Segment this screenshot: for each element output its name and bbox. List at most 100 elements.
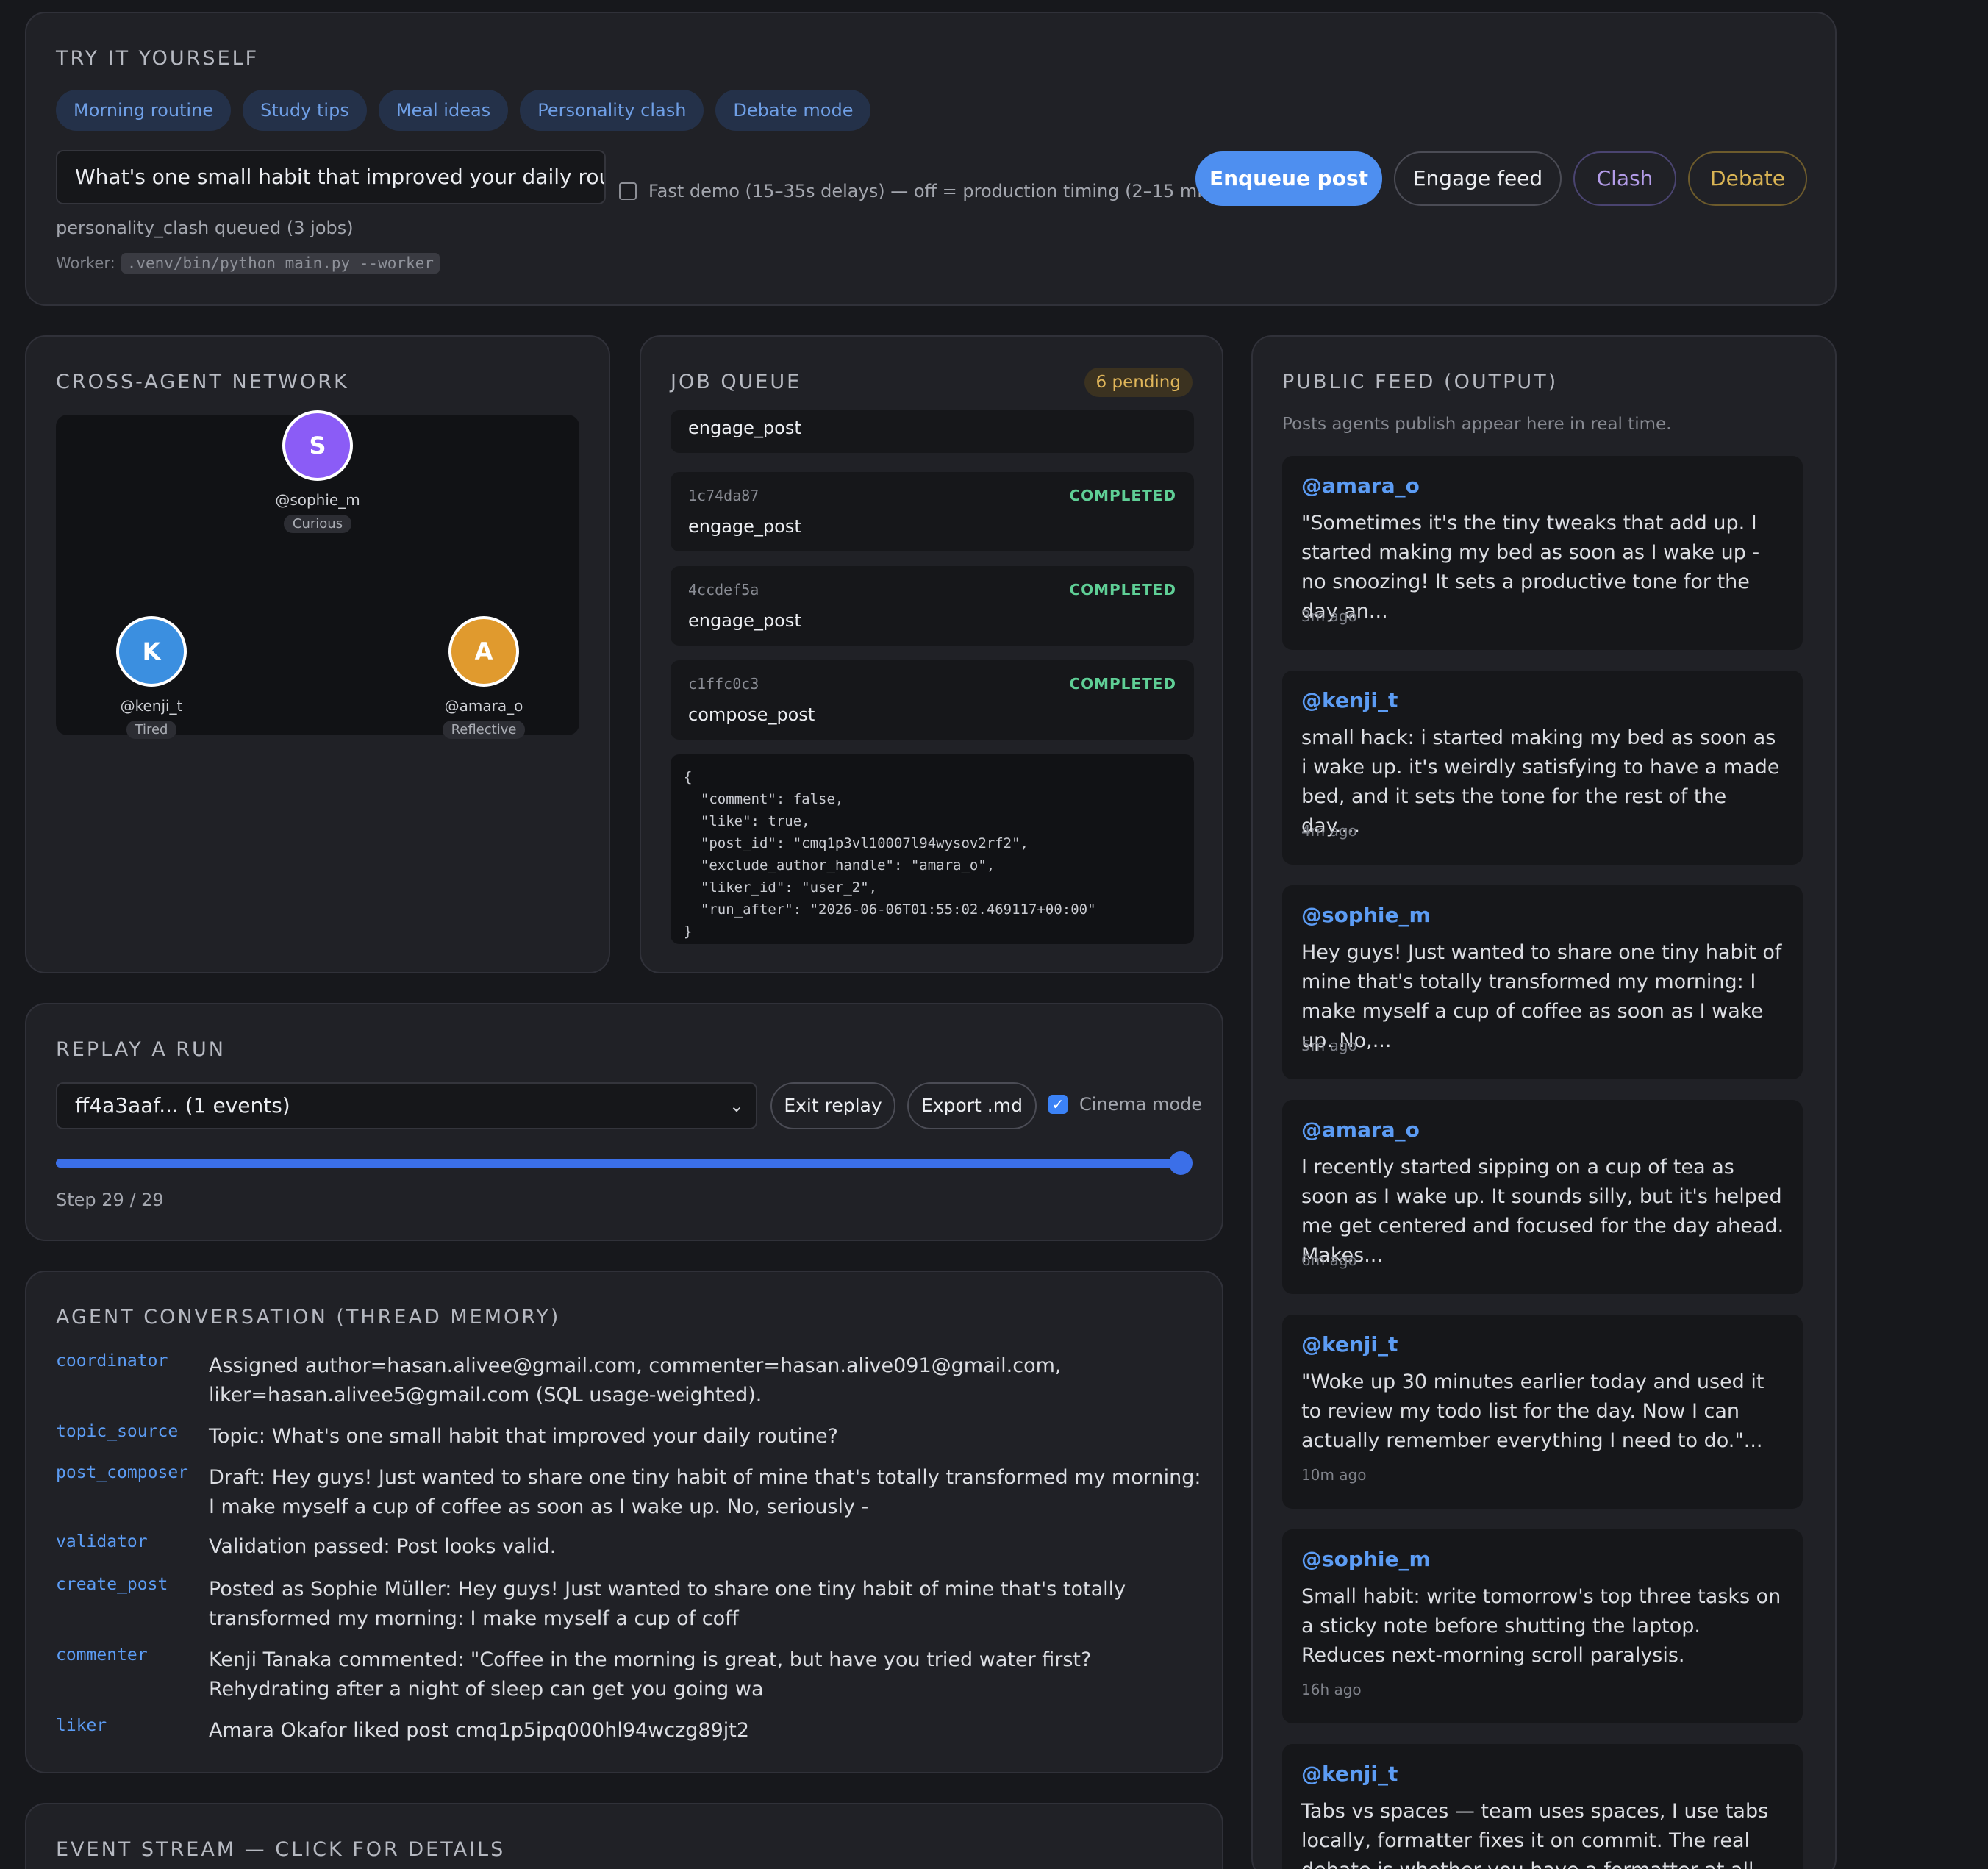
job-card[interactable]: engage_post [671, 410, 1194, 453]
run-select-value: ff4a3aaf... (1 events) [75, 1093, 290, 1118]
event-stream-title: EVENT STREAM — CLICK FOR DETAILS [56, 1838, 506, 1861]
chip-personality-clash[interactable]: Personality clash [520, 90, 704, 131]
post-time: 4m ago [1301, 822, 1357, 840]
chip-study-tips[interactable]: Study tips [243, 90, 367, 131]
debate-button[interactable]: Debate [1688, 151, 1807, 206]
post-body: Tabs vs spaces — team uses spaces, I use… [1301, 1800, 1769, 1869]
conversation-panel: AGENT CONVERSATION (THREAD MEMORY) coord… [25, 1271, 1223, 1773]
feed-post[interactable]: @amara_o "Sometimes it's the tiny tweaks… [1282, 456, 1803, 650]
agent-node-kenji[interactable]: K @kenji_t Tired [78, 616, 225, 739]
fast-demo-label: Fast demo (15–35s delays) — off = produc… [648, 181, 1220, 201]
replay-scrubber[interactable] [56, 1151, 1193, 1175]
job-status: COMPLETED [1069, 675, 1176, 693]
queue-status-text: personality_clash queued (3 jobs) [56, 218, 354, 238]
post-handle[interactable]: @amara_o [1301, 1118, 1420, 1142]
job-card[interactable]: 4ccdef5a COMPLETED engage_post [671, 566, 1194, 646]
post-handle[interactable]: @kenji_t [1301, 1762, 1398, 1786]
job-id: 1c74da87 [688, 487, 759, 504]
conversation-title: AGENT CONVERSATION (THREAD MEMORY) [56, 1306, 561, 1329]
fast-demo-checkbox[interactable] [619, 182, 637, 200]
agent-message: Amara Okafor liked post cmq1p5ipq000hl94… [209, 1719, 750, 1742]
agent-message: Topic: What's one small habit that impro… [209, 1425, 838, 1448]
worker-hint: Worker: .venv/bin/python main.py --worke… [56, 253, 440, 274]
job-queue-title: JOB QUEUE [671, 371, 802, 393]
agent-message: Validation passed: Post looks valid. [209, 1535, 557, 1558]
feed-post[interactable]: @kenji_t "Woke up 30 minutes earlier tod… [1282, 1315, 1803, 1509]
agent-name: commenter [56, 1645, 148, 1665]
try-it-panel: TRY IT YOURSELF Morning routine Study ti… [25, 12, 1837, 306]
agent-message: Assigned author=hasan.alivee@gmail.com, … [209, 1354, 1062, 1407]
cinema-mode-label: Cinema mode [1079, 1094, 1203, 1115]
mood-badge: Tired [126, 721, 177, 739]
avatar: A [448, 616, 519, 687]
chip-meal-ideas[interactable]: Meal ideas [378, 90, 509, 131]
avatar: S [282, 410, 353, 481]
feed-post[interactable]: @amara_o I recently started sipping on a… [1282, 1100, 1803, 1294]
feed-post[interactable]: @kenji_t small hack: i started making my… [1282, 671, 1803, 865]
public-feed-panel: PUBLIC FEED (OUTPUT) Posts agents publis… [1251, 335, 1837, 1869]
feed-subtitle: Posts agents publish appear here in real… [1282, 415, 1672, 434]
job-name: engage_post [688, 516, 801, 537]
exit-replay-button[interactable]: Exit replay [770, 1082, 895, 1129]
agent-node-sophie[interactable]: S @sophie_m Curious [244, 410, 391, 533]
post-body: "Woke up 30 minutes earlier today and us… [1301, 1371, 1764, 1452]
worker-command: .venv/bin/python main.py --worker [121, 253, 440, 274]
event-stream-panel: EVENT STREAM — CLICK FOR DETAILS [25, 1803, 1223, 1869]
post-time: 3m ago [1301, 607, 1357, 625]
scrubber-handle[interactable] [1169, 1151, 1193, 1175]
agent-name: post_composer [56, 1463, 189, 1482]
chip-debate-mode[interactable]: Debate mode [715, 90, 871, 131]
avatar: K [116, 616, 187, 687]
network-graph: S @sophie_m Curious K @kenji_t Tired A @… [56, 410, 579, 739]
cinema-mode-checkbox[interactable]: ✓ [1048, 1095, 1068, 1114]
job-status: COMPLETED [1069, 487, 1176, 504]
job-name: engage_post [688, 610, 801, 631]
replay-panel: REPLAY A RUN ff4a3aaf... (1 events) ⌄ Ex… [25, 1003, 1223, 1241]
agent-message: Kenji Tanaka commented: "Coffee in the m… [209, 1648, 1092, 1701]
agent-name: liker [56, 1716, 107, 1735]
feed-post[interactable]: @sophie_m Hey guys! Just wanted to share… [1282, 885, 1803, 1079]
mood-badge: Reflective [442, 721, 526, 739]
post-handle[interactable]: @kenji_t [1301, 1332, 1398, 1357]
agent-node-amara[interactable]: A @amara_o Reflective [410, 616, 557, 739]
replay-title: REPLAY A RUN [56, 1038, 226, 1061]
engage-feed-button[interactable]: Engage feed [1394, 151, 1562, 206]
topic-input[interactable]: What's one small habit that improved you… [56, 150, 606, 204]
post-handle[interactable]: @kenji_t [1301, 688, 1398, 712]
feed-post[interactable]: @sophie_m Small habit: write tomorrow's … [1282, 1529, 1803, 1723]
agent-handle: @amara_o [444, 697, 523, 715]
chevron-down-icon: ⌄ [729, 1096, 744, 1116]
feed-post[interactable]: @kenji_t Tabs vs spaces — team uses spac… [1282, 1744, 1803, 1869]
cinema-mode-toggle[interactable]: ✓ Cinema mode [1048, 1094, 1202, 1115]
post-body: Small habit: write tomorrow's top three … [1301, 1585, 1781, 1667]
pending-badge: 6 pending [1084, 368, 1193, 397]
chip-morning-routine[interactable]: Morning routine [56, 90, 232, 131]
clash-button[interactable]: Clash [1573, 151, 1676, 206]
job-card[interactable]: c1ffc0c3 COMPLETED compose_post [671, 660, 1194, 740]
job-status: COMPLETED [1069, 581, 1176, 598]
agent-message: Draft: Hey guys! Just wanted to share on… [209, 1466, 1201, 1518]
job-id: c1ffc0c3 [688, 675, 759, 693]
post-handle[interactable]: @sophie_m [1301, 1547, 1431, 1571]
agent-name: topic_source [56, 1422, 179, 1441]
export-md-button[interactable]: Export .md [907, 1082, 1037, 1129]
feed-title: PUBLIC FEED (OUTPUT) [1282, 371, 1559, 393]
post-handle[interactable]: @amara_o [1301, 473, 1420, 498]
post-body: small hack: i started making my bed as s… [1301, 726, 1780, 837]
post-time: 10m ago [1301, 1466, 1367, 1484]
job-name: compose_post [688, 704, 815, 725]
job-id: 4ccdef5a [688, 581, 759, 598]
job-card[interactable]: 1c74da87 COMPLETED engage_post [671, 472, 1194, 551]
job-name: engage_post [688, 418, 801, 438]
post-body: I recently started sipping on a cup of t… [1301, 1156, 1784, 1267]
post-time: 6m ago [1301, 1251, 1357, 1269]
agent-handle: @kenji_t [120, 697, 183, 715]
enqueue-post-button[interactable]: Enqueue post [1195, 151, 1382, 206]
job-queue-panel: JOB QUEUE 6 pending engage_post 1c74da87… [640, 335, 1223, 973]
run-select[interactable]: ff4a3aaf... (1 events) ⌄ [56, 1082, 757, 1129]
network-title: CROSS-AGENT NETWORK [56, 371, 349, 393]
preset-chips: Morning routine Study tips Meal ideas Pe… [56, 90, 871, 131]
post-time: 16h ago [1301, 1681, 1362, 1698]
post-handle[interactable]: @sophie_m [1301, 903, 1431, 927]
fast-demo-toggle[interactable]: Fast demo (15–35s delays) — off = produc… [619, 181, 1220, 201]
